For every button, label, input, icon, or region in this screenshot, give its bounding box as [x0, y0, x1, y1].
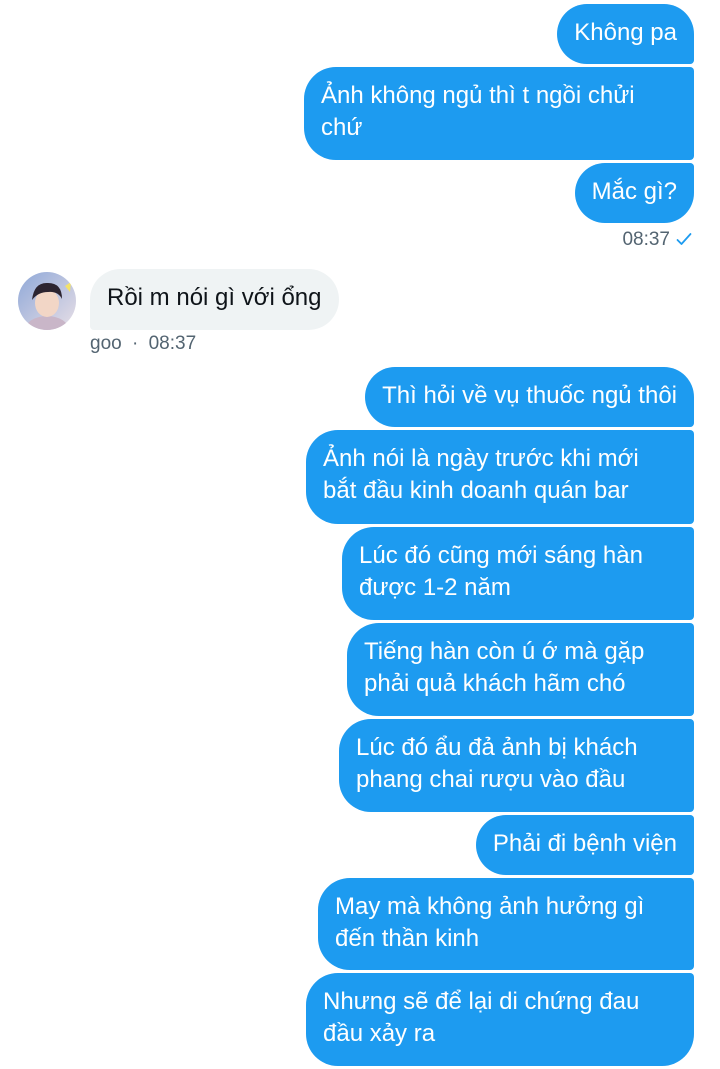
message-bubble-outgoing[interactable]: Lúc đó cũng mới sáng hàn được 1-2 năm: [342, 527, 694, 620]
message-bubble-outgoing[interactable]: Mắc gì?: [574, 163, 694, 223]
message-bubble-outgoing[interactable]: Thì hỏi về vụ thuốc ngủ thôi: [365, 367, 694, 427]
message-timestamp: 08:37: [622, 229, 692, 251]
message-bubble-outgoing[interactable]: Không pa: [557, 4, 694, 64]
message-sender-meta: goo · 08:37: [90, 333, 196, 355]
sender-name: goo: [90, 333, 122, 354]
message-bubble-outgoing[interactable]: Ảnh nói là ngày trước khi mới bắt đầu ki…: [306, 430, 694, 524]
message-bubble-outgoing[interactable]: Ảnh không ngủ thì t ngồi chửi chứ: [304, 67, 694, 160]
message-bubble-outgoing[interactable]: Nhưng sẽ để lại di chứng đau đầu xảy ra: [306, 973, 694, 1066]
message-bubble-outgoing[interactable]: Phải đi bệnh viện: [475, 815, 694, 875]
avatar[interactable]: [18, 272, 76, 330]
timestamp-text: 08:37: [148, 333, 197, 354]
message-bubble-outgoing[interactable]: May mà không ảnh hưởng gì đến thần kinh: [318, 878, 694, 970]
message-bubble-outgoing[interactable]: Tiếng hàn còn ú ớ mà gặp phải quả khách …: [347, 623, 694, 716]
message-bubble-incoming[interactable]: Rồi m nói gì với ổng: [90, 269, 339, 330]
message-bubble-outgoing[interactable]: Lúc đó ẩu đả ảnh bị khách phang chai rượ…: [339, 719, 694, 812]
message-thread: Không pa Ảnh không ngủ thì t ngồi chửi c…: [0, 0, 720, 1069]
meta-separator: ·: [131, 333, 139, 354]
timestamp-text: 08:37: [622, 229, 670, 250]
checkmark-icon: [676, 233, 692, 245]
